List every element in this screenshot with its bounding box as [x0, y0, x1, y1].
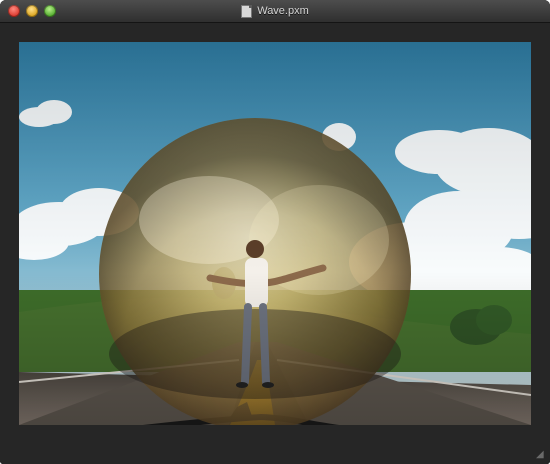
- photo-image-icon: [19, 42, 531, 425]
- resize-grip-icon[interactable]: ◢: [536, 450, 546, 460]
- titlebar[interactable]: Wave.pxm: [0, 0, 550, 23]
- app-window: Wave.pxm ◢: [0, 0, 550, 464]
- canvas-area[interactable]: ◢: [0, 23, 550, 464]
- image-canvas[interactable]: [19, 42, 531, 425]
- document-icon: [241, 4, 253, 18]
- window-title: Wave.pxm: [257, 5, 309, 17]
- title-container: Wave.pxm: [0, 0, 550, 22]
